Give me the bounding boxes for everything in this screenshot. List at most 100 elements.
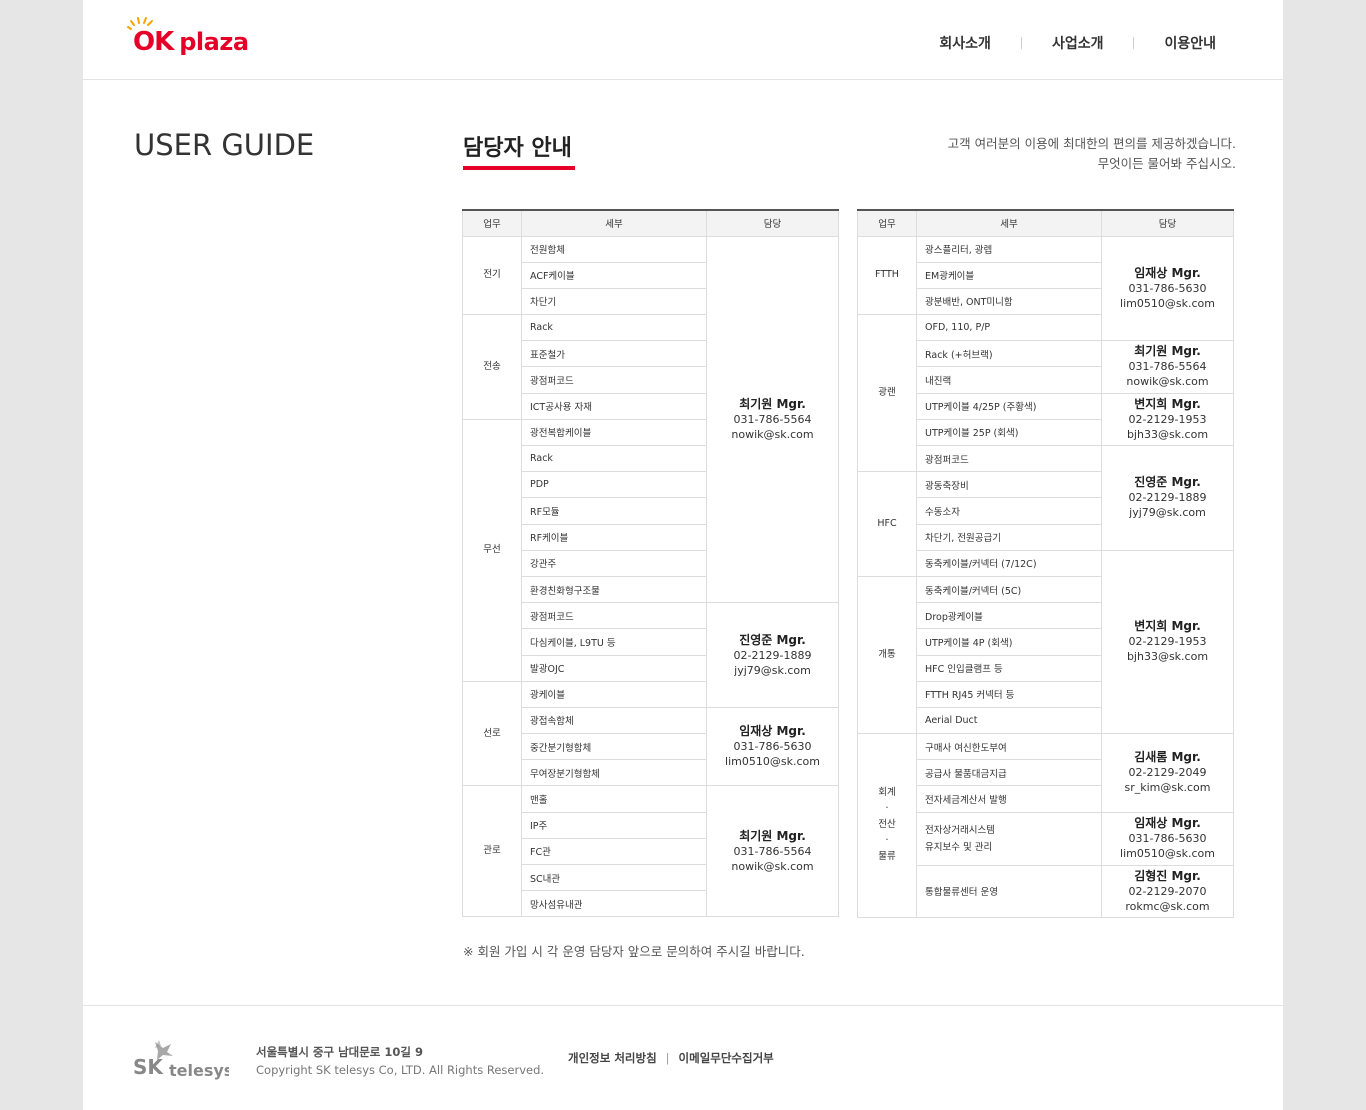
email-refusal-link[interactable]: 이메일무단수집거부 [679,1050,774,1066]
table-row: 전기 전원함체 최기원 Mgr. 031-786-5564 nowik@sk.c… [462,235,839,604]
detail-cell: FC관 [521,837,707,866]
detail-cell: RF모듈 [521,497,707,525]
contact-phone: 02-2129-1889 [733,648,812,662]
site-header: OK plaza 회사소개 사업소개 이용안내 [83,0,1283,80]
intro-text: 고객 여러분의 이용에 최대한의 편의를 제공하겠습니다. 무엇이든 물어봐 주… [948,134,1236,174]
contact-email[interactable]: jyj79@sk.com [1102,505,1233,520]
detail-cell: UTP케이블 25P (회색) [916,418,1102,447]
nav-guide[interactable]: 이용안내 [1164,33,1216,53]
detail-line: 전자상거래시스템 [925,824,995,836]
detail-cell: 광점퍼코드 [916,444,1102,473]
detail-cell: 구매사 여신한도부여 [916,733,1102,761]
table-header-row: 업무 세부 담당 [857,209,1234,237]
page: OK plaza 회사소개 사업소개 이용안내 USER GUIDE 담당자 안… [83,0,1283,1110]
detail-cell: 맨홀 [521,785,707,813]
address-line: 서울특별시 중구 남대문로 10길 9 [256,1045,423,1059]
detail-cell: 수동소자 [916,497,1102,525]
category-cell: 개통 [857,575,917,735]
detail-cell: 광분배반, ONT미니함 [916,287,1102,316]
footer-links: 개인정보 처리방침 | 이메일무단수집거부 [568,1050,774,1066]
detail-cell: IP주 [521,811,707,839]
contact-email[interactable]: sr_kim@sk.com [1102,780,1233,795]
header-cell: 세부 [916,209,1102,237]
nav-divider [1020,37,1022,49]
detail-cell: ACF케이블 [521,261,707,289]
contact-email[interactable]: nowik@sk.com [1102,374,1233,389]
contact-cell: 변지희 Mgr. 02-2129-1953 bjh33@sk.com [1101,392,1234,447]
contact-cell: 최기원 Mgr. 031-786-5564 nowik@sk.com [706,785,839,918]
detail-cell: 중간분기형함체 [521,733,707,761]
detail-cell: 광점퍼코드 [521,602,707,630]
detail-cell: 내진랙 [916,366,1102,394]
contact-phone: 02-2129-1889 [1128,491,1207,505]
detail-cell: FTTH RJ45 커넥터 등 [916,680,1102,708]
contact-name: 김형진 Mgr. [1134,868,1201,883]
category-cell: 선로 [462,680,522,787]
category-cell: 회계 · 전산 · 물류 [857,733,917,918]
contact-email[interactable]: rokmc@sk.com [1102,899,1233,914]
section-title: 담당자 안내 [463,136,572,161]
detail-cell: 강관주 [521,549,707,577]
nav-divider [1133,37,1135,49]
category-cell: 전기 [462,235,522,316]
table-row: 회계 · 전산 · 물류 구매사 여신한도부여 김새롬 Mgr. 02-2129… [857,733,1234,918]
detail-cell: 전자세금계산서 발행 [916,785,1102,813]
site-footer: SK telesys 서울특별시 중구 남대문로 10길 9 Copyright… [83,1005,1283,1110]
nav-business[interactable]: 사업소개 [1052,33,1104,53]
detail-cell: 광전복합케이블 [521,418,707,447]
contact-email[interactable]: nowik@sk.com [707,859,838,874]
contact-email[interactable]: lim0510@sk.com [707,754,838,769]
detail-cell: 전원함체 [521,235,707,263]
detail-cell: UTP케이블 4/25P (주황색) [916,392,1102,420]
contact-table-right: 업무 세부 담당 FTTH 광스플리터, 광렙 임재상 Mgr. 031-786… [857,209,1234,918]
contact-phone: 02-2129-1953 [1128,412,1207,426]
category-cell: 전송 [462,314,522,420]
contact-cell: 임재상 Mgr. 031-786-5630 lim0510@sk.com [706,706,839,787]
contact-cell: 최기원 Mgr. 031-786-5564 nowik@sk.com [1101,340,1234,394]
sk-text: SK [133,1055,164,1079]
detail-cell: 공급사 물품대금지급 [916,759,1102,787]
contact-table-left: 업무 세부 담당 전기 전원함체 최기원 Mgr. 031-786-5564 n… [462,209,839,918]
detail-cell: 광동축장비 [916,471,1102,499]
detail-cell: 광케이블 [521,680,707,708]
user-guide-title: USER GUIDE [134,128,315,162]
header-cell: 업무 [462,209,522,237]
detail-cell: 차단기 [521,287,707,316]
contact-email[interactable]: lim0510@sk.com [1102,846,1233,861]
detail-cell: Aerial Duct [916,706,1102,735]
contact-email[interactable]: bjh33@sk.com [1102,427,1233,442]
contact-email[interactable]: lim0510@sk.com [1102,296,1233,311]
okplaza-logo[interactable]: OK plaza [127,17,249,60]
footer-address: 서울특별시 중구 남대문로 10길 9 Copyright SK telesys… [256,1043,544,1079]
detail-cell: 통합물류센터 운영 [916,864,1102,918]
detail-cell: 망사섬유내관 [521,890,707,918]
contact-name: 진영준 Mgr. [739,632,806,647]
contact-cell: 진영준 Mgr. 02-2129-1889 jyj79@sk.com [706,602,839,708]
detail-cell: ICT공사용 자재 [521,392,707,420]
contact-email[interactable]: bjh33@sk.com [1102,649,1233,664]
contact-email[interactable]: nowik@sk.com [707,427,838,442]
detail-cell: Rack (+허브랙) [916,340,1102,368]
contact-name: 최기원 Mgr. [739,828,806,843]
contact-phone: 02-2129-2049 [1128,766,1207,780]
category-cell: 무선 [462,418,522,682]
header-cell: 업무 [857,209,917,237]
header-cell: 담당 [1101,209,1234,237]
category-cell: 광랜 [857,314,917,473]
detail-cell: PDP [521,471,707,499]
detail-cell: 환경친화형구조물 [521,575,707,604]
detail-line: 유지보수 및 관리 [925,841,993,853]
contact-phone: 031-786-5564 [733,412,812,426]
contact-cell: 변지희 Mgr. 02-2129-1953 bjh33@sk.com [1101,549,1234,735]
logo-plaza: plaza [179,28,249,56]
detail-cell: Rack [521,444,707,473]
contact-email[interactable]: jyj79@sk.com [707,663,838,678]
contact-phone: 031-786-5630 [1128,281,1207,295]
header-cell: 세부 [521,209,707,237]
contact-name: 임재상 Mgr. [1134,816,1201,831]
category-line: 회계 [878,787,896,799]
detail-cell: 무여장분기형함체 [521,759,707,787]
privacy-policy-link[interactable]: 개인정보 처리방침 [568,1050,657,1066]
section-title-underline [463,166,575,170]
nav-company[interactable]: 회사소개 [939,33,991,53]
